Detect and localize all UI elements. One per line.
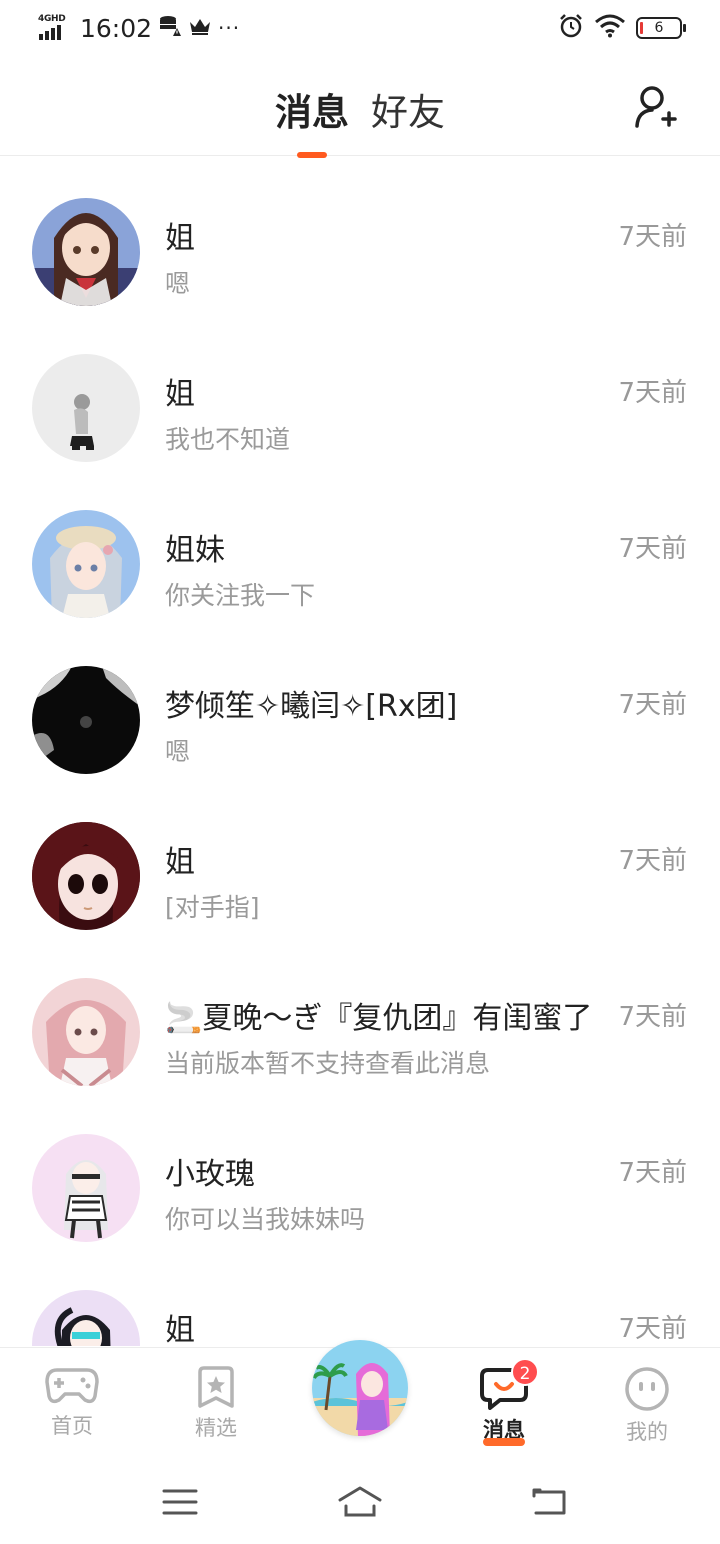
message-time: 7天前 [618, 690, 687, 720]
conversation-item[interactable]: 姐妹 你关注我一下 7天前 [0, 468, 720, 624]
conversation-item[interactable]: 姐 [对手指] 7天前 [0, 780, 720, 936]
nav-messages[interactable]: 2 消息 [449, 1358, 559, 1446]
message-preview: 当前版本暂不支持查看此消息 [165, 1049, 491, 1078]
message-preview: 你关注我一下 [165, 581, 316, 610]
nav-featured[interactable]: 精选 [161, 1366, 271, 1442]
status-time: 16:02 [80, 13, 153, 43]
header: 消息 好友 [0, 58, 720, 158]
avatar[interactable] [32, 198, 140, 306]
avatar[interactable] [32, 666, 140, 774]
crown-icon [188, 16, 212, 41]
avatar[interactable] [32, 978, 140, 1086]
system-nav-bar [0, 1460, 720, 1544]
gamepad-icon [45, 1368, 99, 1404]
home-icon[interactable] [336, 1484, 384, 1522]
message-preview: [对手指] [165, 893, 260, 922]
status-bar: 4GHD 16:02 ··· 6 [0, 0, 720, 58]
message-time: 7天前 [618, 846, 687, 876]
contact-name: 🚬夏晚～ぎ『复仇团』有闺蜜了 [165, 1001, 593, 1036]
message-time: 7天前 [618, 1002, 687, 1032]
network-type-label: 4GHD [38, 14, 66, 24]
avatar[interactable] [32, 354, 140, 462]
contact-name: 姐妹 [165, 533, 225, 568]
menu-icon[interactable] [162, 1488, 198, 1520]
contact-name: 姐 [165, 377, 195, 412]
nav-home-label: 首页 [51, 1414, 93, 1438]
message-preview: 我也不知道 [165, 425, 291, 454]
nav-home[interactable]: 首页 [17, 1366, 127, 1440]
alarm-icon [558, 13, 584, 43]
contact-name: 姐 [165, 221, 195, 256]
featured-game-button[interactable] [312, 1340, 408, 1436]
message-time: 7天前 [618, 378, 687, 408]
signal-icon: 4GHD [38, 14, 72, 42]
active-indicator [483, 1438, 525, 1446]
contact-name: 小玫瑰 [165, 1157, 255, 1192]
battery-icon: 6 [636, 17, 686, 39]
conversation-item[interactable]: 姐 嗯 7天前 [0, 156, 720, 312]
more-notifications-icon: ··· [218, 16, 241, 40]
wifi-icon [594, 14, 626, 42]
back-icon[interactable] [530, 1486, 568, 1520]
add-user-icon[interactable] [634, 84, 678, 130]
message-time: 7天前 [618, 534, 687, 564]
avatar[interactable] [32, 1290, 140, 1346]
nav-profile-label: 我的 [626, 1420, 668, 1444]
message-time: 7天前 [618, 1158, 687, 1188]
unread-badge: 2 [511, 1358, 539, 1386]
conversation-list: 姐 嗯 7天前 姐 我也不知道 7天前 姐妹 你关注我一下 7天前 梦倾笙✧曦闫… [0, 156, 720, 1346]
message-preview: 嗯 [165, 269, 191, 298]
face-icon [625, 1367, 669, 1411]
conversation-item[interactable]: 姐 我也不知道 7天前 [0, 312, 720, 468]
message-preview: 你可以当我妹妹吗 [165, 1205, 366, 1234]
battery-level: 6 [654, 20, 664, 36]
tab-messages[interactable]: 消息 [275, 82, 349, 158]
avatar[interactable] [32, 822, 140, 930]
nav-profile[interactable]: 我的 [592, 1366, 702, 1446]
avatar[interactable] [32, 1134, 140, 1242]
avatar[interactable] [32, 510, 140, 618]
contact-name: 梦倾笙✧曦闫✧[Rx团] [165, 689, 458, 724]
star-bookmark-icon [198, 1366, 234, 1408]
message-time: 7天前 [618, 222, 687, 252]
message-time: 7天前 [618, 1314, 687, 1344]
conversation-item[interactable]: 🚬夏晚～ぎ『复仇团』有闺蜜了 当前版本暂不支持查看此消息 7天前 [0, 936, 720, 1092]
contact-name: 姐 [165, 845, 195, 880]
nav-featured-label: 精选 [195, 1416, 237, 1440]
tab-bar: 消息 好友 [0, 82, 720, 158]
message-preview: 嗯 [165, 737, 191, 766]
conversation-item[interactable]: 梦倾笙✧曦闫✧[Rx团] 嗯 7天前 [0, 624, 720, 780]
conversation-item[interactable]: 小玫瑰 你可以当我妹妹吗 7天前 [0, 1092, 720, 1248]
tab-friends[interactable]: 好友 [371, 82, 445, 136]
storage-warning-icon [158, 15, 182, 42]
